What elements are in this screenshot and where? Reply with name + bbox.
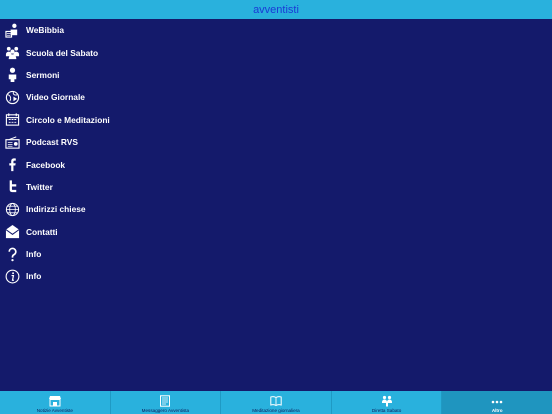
facebook-icon (4, 157, 20, 173)
globe-play-icon (4, 89, 20, 105)
menu-item-scuola-del-sabato[interactable]: Scuola del Sabato (0, 41, 552, 63)
tab-label: Meditazione giornaliera (252, 408, 300, 413)
tab-messaggero-avventista[interactable]: Messaggero Avventista (109, 391, 221, 414)
menu-item-label: Twitter (26, 181, 53, 192)
menu-item-circolo-e-meditazioni[interactable]: Circolo e Meditazioni (0, 109, 552, 131)
store-icon (48, 395, 61, 407)
more-icon (491, 395, 503, 407)
question-icon (4, 246, 20, 262)
calendar-icon (4, 112, 20, 128)
menu-item-label: Contatti (26, 226, 58, 237)
menu-item-label: Info (26, 249, 42, 260)
tab-meditazione-giornaliera[interactable]: Meditazione giornaliera (220, 391, 331, 414)
globe-icon (4, 201, 20, 217)
menu-item-label: Podcast RVS (26, 137, 78, 148)
menu-list: WeBibbia Scuola del Sabato Sermoni Video… (0, 19, 552, 288)
menu-item-twitter[interactable]: Twitter (0, 176, 552, 198)
group-icon (381, 395, 393, 407)
menu-item-contatti[interactable]: Contatti (0, 221, 552, 243)
twitter-icon (4, 179, 20, 195)
tab-altro[interactable]: Altro (441, 391, 552, 414)
open-book-icon (270, 395, 282, 407)
menu-item-sermoni[interactable]: Sermoni (0, 64, 552, 86)
menu-item-label: Video Giornale (26, 92, 85, 103)
person-icon (4, 67, 20, 83)
bottom-tab-bar: Notizie Avventiste Messaggero Avventista… (0, 391, 552, 414)
tab-diretta-sabato[interactable]: Diretta Sabato (330, 391, 442, 414)
tab-notizie-avventiste[interactable]: Notizie Avventiste (0, 391, 110, 414)
menu-item-webibbia[interactable]: WeBibbia (0, 19, 552, 41)
menu-item-label: Facebook (26, 159, 66, 170)
info-icon (4, 268, 20, 284)
tab-label: Altro (491, 408, 503, 413)
menu-item-label: Indirizzi chiese (26, 204, 86, 215)
menu-item-label: Scuola del Sabato (26, 47, 99, 58)
document-icon (159, 395, 171, 407)
menu-item-info[interactable]: Info (0, 243, 552, 265)
menu-item-label: WeBibbia (26, 25, 65, 36)
tab-label: Diretta Sabato (371, 408, 402, 413)
menu-item-indirizzi-chiese[interactable]: Indirizzi chiese (0, 198, 552, 220)
tab-label: Messaggero Avventista (141, 408, 190, 413)
reading-person-icon (4, 22, 20, 38)
envelope-icon (4, 224, 20, 240)
menu-item-label: Circolo e Meditazioni (26, 114, 110, 125)
menu-item-info-2[interactable]: Info (0, 265, 552, 287)
tab-label: Notizie Avventiste (36, 408, 73, 413)
menu-item-podcast-rvs[interactable]: Podcast RVS (0, 131, 552, 153)
menu-item-label: Sermoni (26, 69, 60, 80)
page-title: avventisti (253, 3, 299, 16)
menu-item-facebook[interactable]: Facebook (0, 153, 552, 175)
radio-icon (4, 134, 20, 150)
top-bar: avventisti (0, 0, 552, 19)
group-icon (4, 45, 20, 61)
menu-item-video-giornale[interactable]: Video Giornale (0, 86, 552, 108)
menu-item-label: Info (26, 271, 42, 282)
